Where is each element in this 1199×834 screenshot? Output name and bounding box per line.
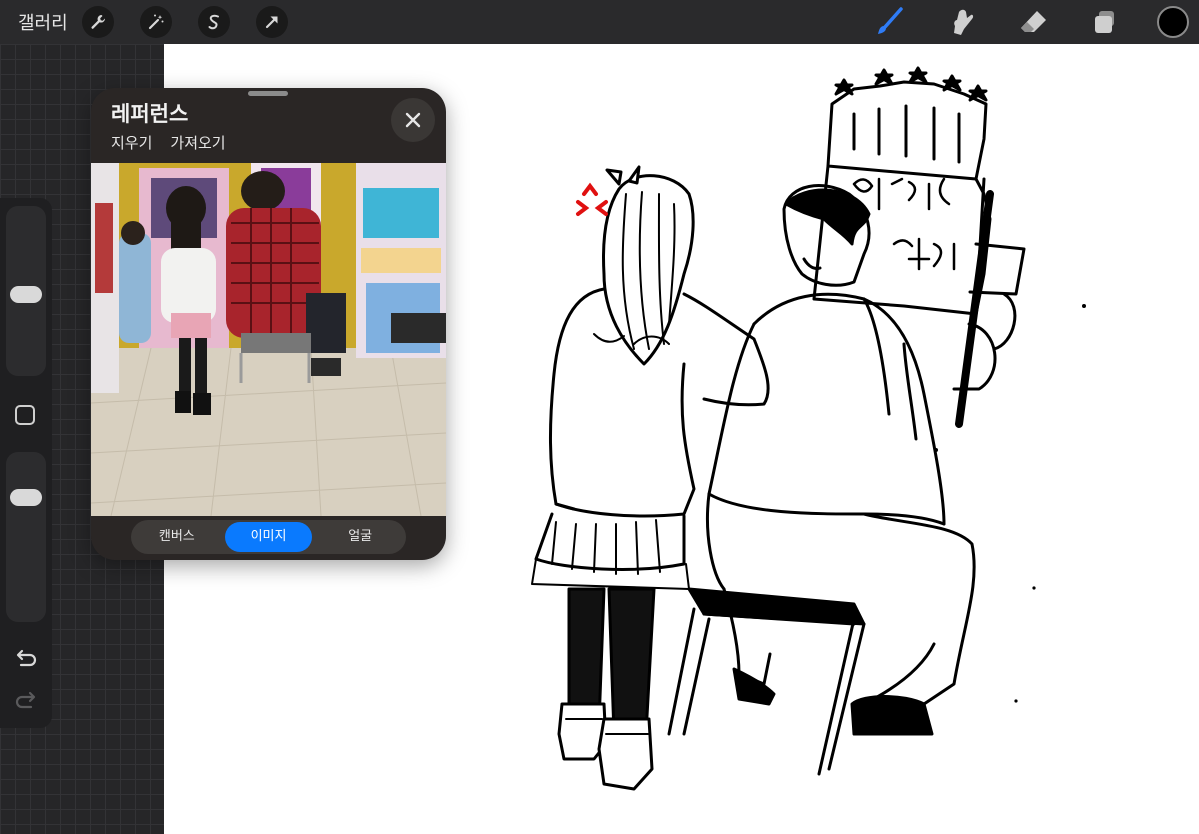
brush-opacity-thumb[interactable] <box>10 489 42 506</box>
reference-title: 레퍼런스 <box>111 102 189 126</box>
brush-icon[interactable] <box>869 2 909 42</box>
reference-panel: 레퍼런스 지우기 가져오기 캔버스 이미지 얼굴 <box>91 88 446 560</box>
left-sidebar <box>0 198 52 728</box>
reference-mode-tabs: 캔버스 이미지 얼굴 <box>131 520 406 554</box>
magic-wand-icon[interactable] <box>139 6 172 38</box>
right-toolset <box>869 0 1199 44</box>
brush-size-thumb[interactable] <box>10 286 42 303</box>
clear-button[interactable]: 지우기 <box>111 132 152 153</box>
brush-size-slider[interactable] <box>6 206 46 376</box>
redo-icon[interactable] <box>13 690 39 712</box>
transform-arrow-icon[interactable] <box>255 6 288 38</box>
modify-button[interactable] <box>15 405 35 425</box>
undo-icon[interactable] <box>13 648 39 670</box>
top-toolbar: 갤러리 <box>0 0 1199 44</box>
layers-icon[interactable] <box>1085 2 1125 42</box>
color-picker-button[interactable] <box>1157 6 1189 38</box>
tab-face[interactable]: 얼굴 <box>316 522 404 552</box>
smudge-icon[interactable] <box>941 2 981 42</box>
tab-canvas[interactable]: 캔버스 <box>133 522 221 552</box>
reference-actions: 지우기 가져오기 <box>111 132 226 153</box>
eraser-icon[interactable] <box>1013 2 1053 42</box>
wrench-icon[interactable] <box>81 6 114 38</box>
tab-image[interactable]: 이미지 <box>224 522 313 552</box>
brush-opacity-slider[interactable] <box>6 452 46 622</box>
drag-handle[interactable] <box>248 91 288 96</box>
import-button[interactable]: 가져오기 <box>170 132 225 153</box>
reference-photo <box>91 163 446 516</box>
gallery-button[interactable]: 갤러리 <box>18 9 68 35</box>
selection-icon[interactable] <box>197 6 230 38</box>
close-icon[interactable] <box>391 98 435 142</box>
